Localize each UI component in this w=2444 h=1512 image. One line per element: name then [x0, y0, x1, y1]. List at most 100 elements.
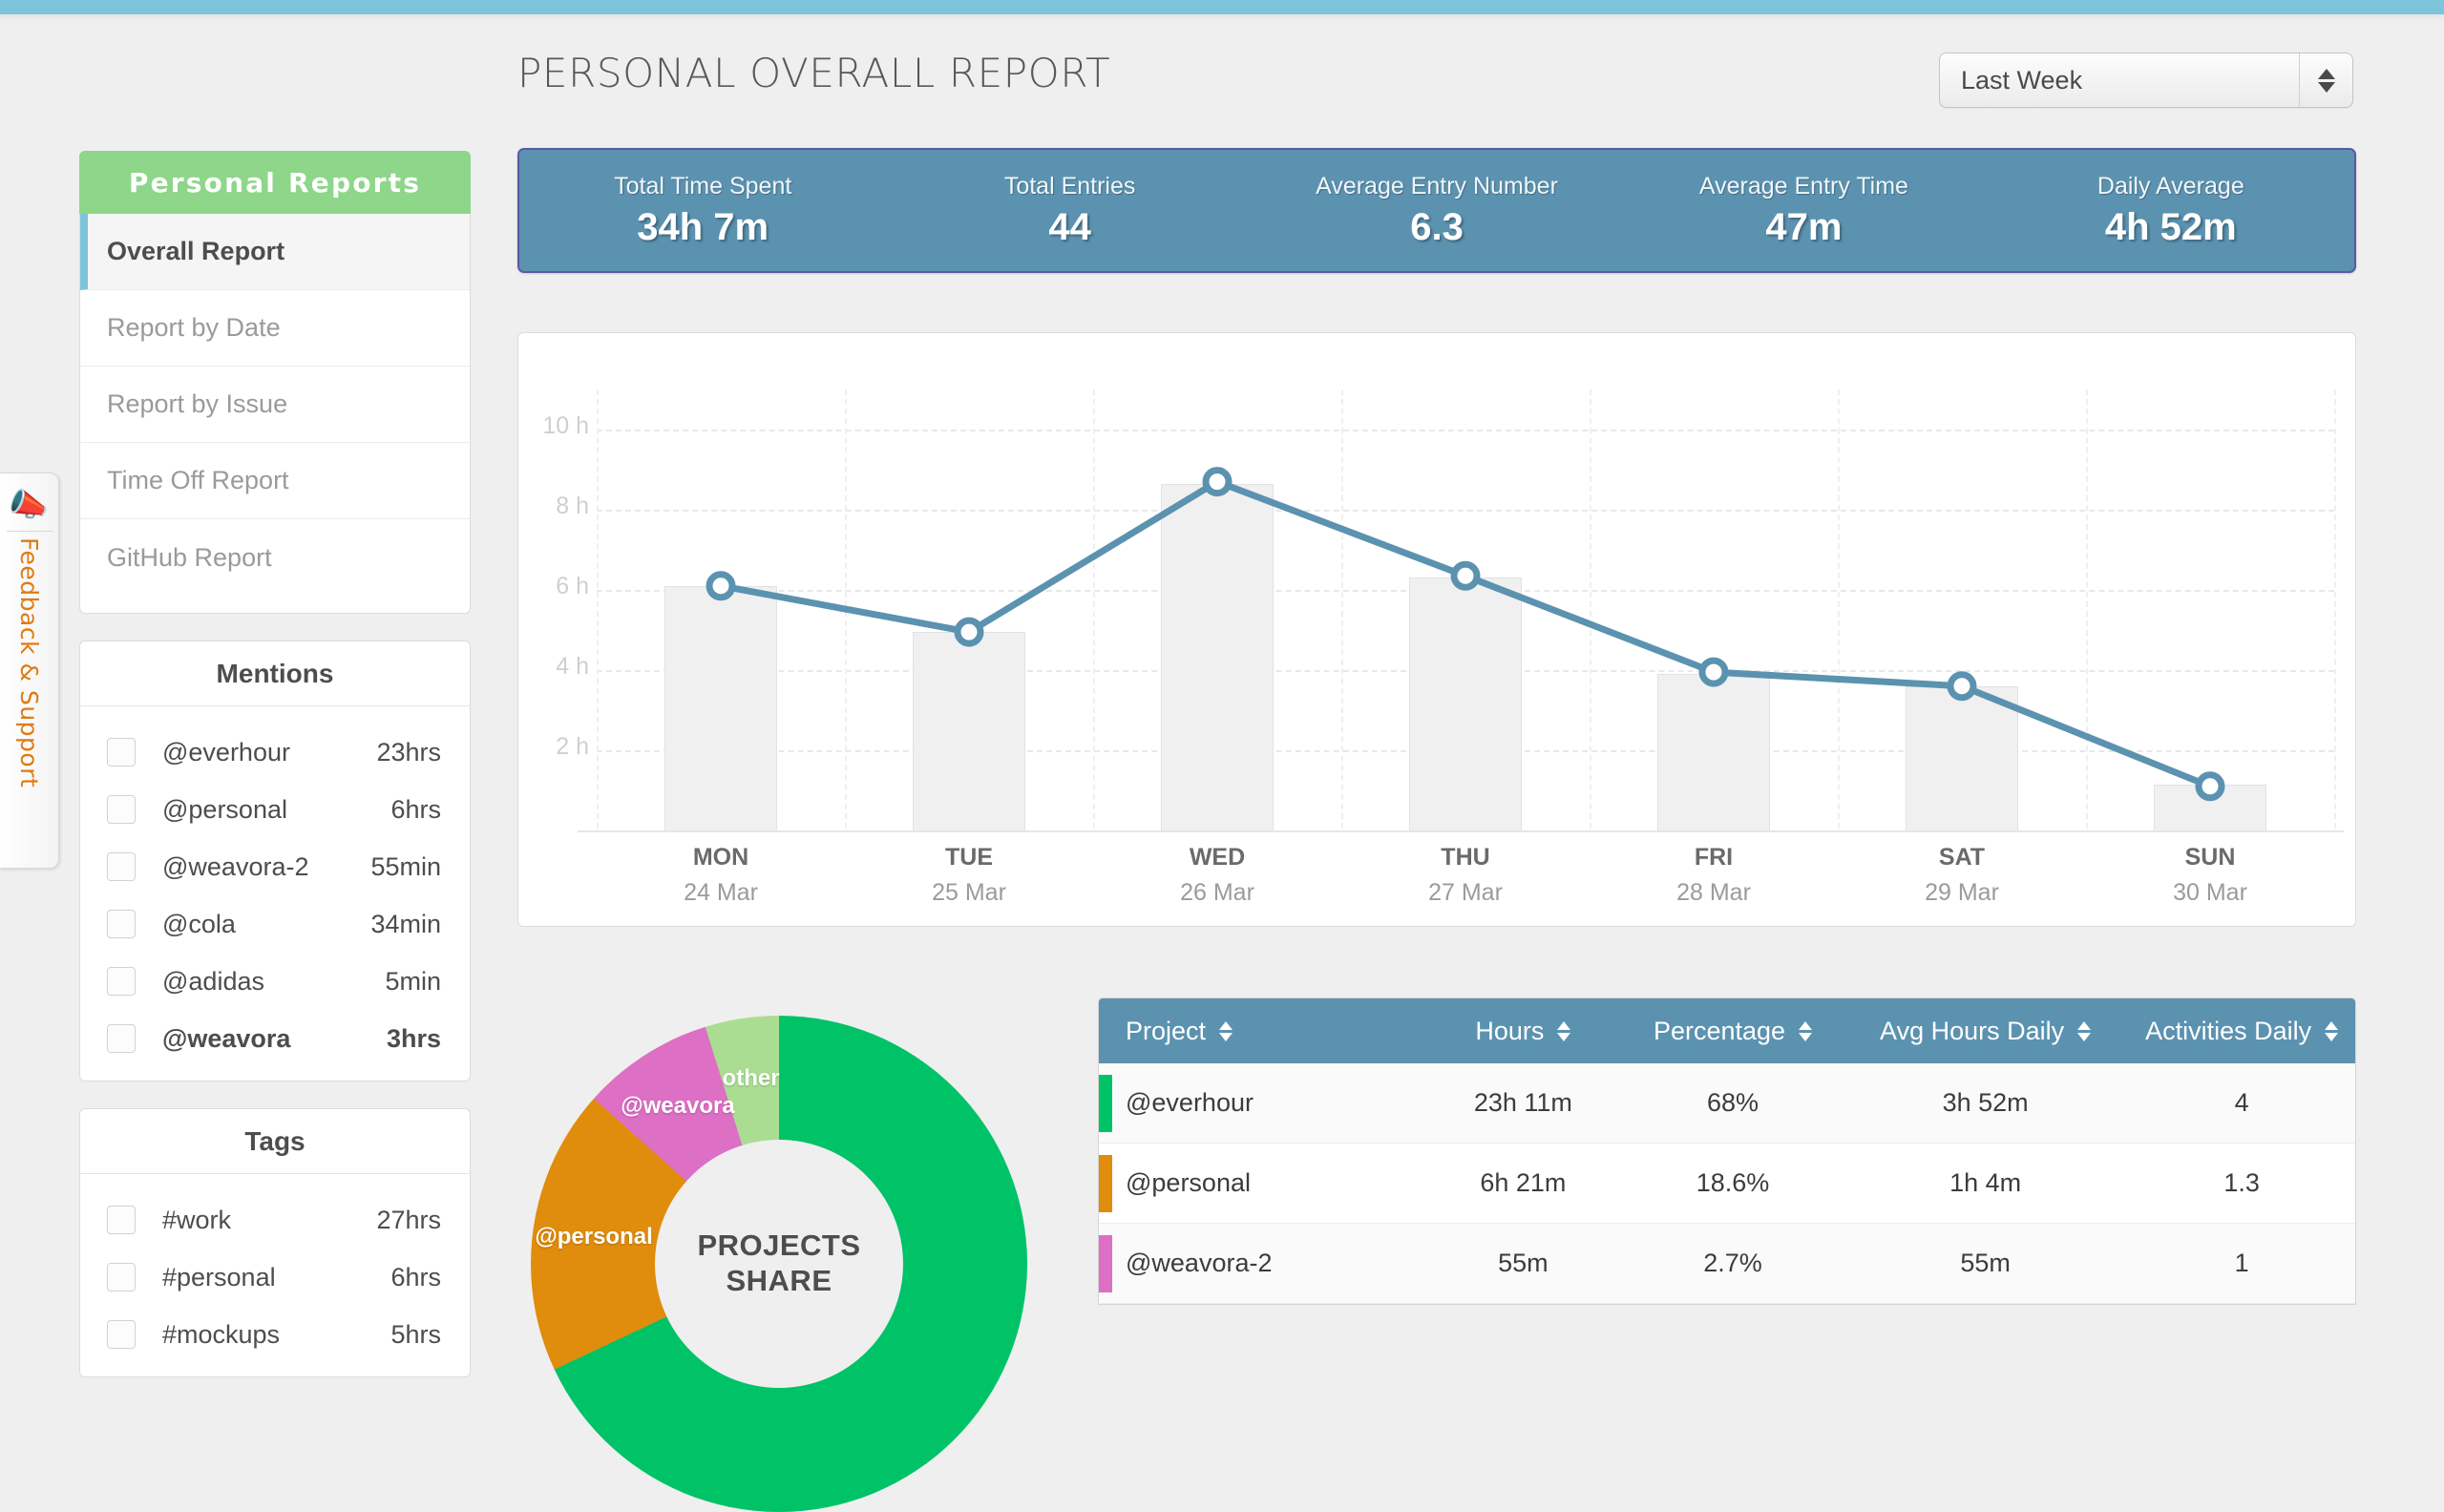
- sort-icon[interactable]: [2077, 1020, 2092, 1041]
- column-header-label: Hours: [1475, 1016, 1545, 1045]
- mention-checkbox[interactable]: [107, 1024, 136, 1053]
- sidebar-item-report-by-date[interactable]: Report by Date: [80, 290, 470, 367]
- column-header-avg-hours-daily[interactable]: Avg Hours Daily: [1843, 1017, 2129, 1046]
- donut-slice-label-weavora: @weavora: [621, 1093, 735, 1120]
- tag-checkbox[interactable]: [107, 1206, 136, 1234]
- summary-stats-bar: Total Time Spent 34h 7m Total Entries 44…: [517, 148, 2356, 273]
- tags-title: Tags: [80, 1109, 470, 1174]
- list-item[interactable]: @cola 34min: [80, 895, 470, 953]
- list-item[interactable]: @weavora 3hrs: [80, 1010, 470, 1067]
- tag-label: #mockups: [162, 1319, 281, 1349]
- gridline-vertical: [1838, 389, 1840, 829]
- project-color-swatch: [1099, 1155, 1112, 1212]
- stat-total-time-spent: Total Time Spent 34h 7m: [519, 150, 886, 271]
- stat-average-entry-time: Average Entry Time 47m: [1620, 150, 1987, 271]
- sidebar: Personal Reports Overall Report Report b…: [79, 151, 471, 1377]
- page-title: PERSONAL OVERALL REPORT: [517, 50, 1111, 96]
- cell-hours: 6h 21m: [1480, 1168, 1567, 1197]
- x-axis-day-label: WED: [1189, 844, 1246, 871]
- cell-percentage: 68%: [1706, 1088, 1759, 1117]
- y-axis-tick-label: 8 h: [556, 493, 589, 519]
- list-item[interactable]: @everhour 23hrs: [80, 724, 470, 781]
- column-header-percentage[interactable]: Percentage: [1623, 1017, 1843, 1046]
- mention-checkbox[interactable]: [107, 795, 136, 824]
- y-axis-tick-label: 6 h: [556, 573, 589, 599]
- column-header-project[interactable]: Project: [1099, 1017, 1423, 1046]
- list-item[interactable]: @adidas 5min: [80, 953, 470, 1010]
- y-axis-tick-label: 4 h: [556, 653, 589, 680]
- donut-center-label: PROJECTS SHARE: [655, 1140, 903, 1388]
- mention-checkbox[interactable]: [107, 852, 136, 881]
- column-header-hours[interactable]: Hours: [1423, 1017, 1624, 1046]
- cell-activities-daily: 4: [2234, 1088, 2249, 1117]
- chart-bar[interactable]: [913, 632, 1025, 830]
- chart-bar[interactable]: [2154, 784, 2266, 830]
- table-row[interactable]: @weavora-2 55m 2.7% 55m 1: [1099, 1224, 2355, 1304]
- gridline-vertical: [597, 389, 599, 829]
- chevron-updown-icon[interactable]: [2299, 53, 2352, 107]
- projects-share-donut[interactable]: PROJECTS SHARE @weavora other @personal: [531, 1016, 1027, 1512]
- table-header-row: Project Hours Percentage Avg Hours Daily…: [1099, 998, 2355, 1063]
- list-item[interactable]: #personal 6hrs: [80, 1249, 470, 1306]
- mention-label: @weavora-2: [162, 851, 309, 881]
- gridline-vertical: [1093, 389, 1095, 829]
- chart-bar[interactable]: [664, 585, 777, 830]
- sidebar-item-report-by-issue[interactable]: Report by Issue: [80, 367, 470, 443]
- divider: [6, 531, 53, 532]
- list-item[interactable]: @weavora-2 55min: [80, 838, 470, 895]
- tag-checkbox[interactable]: [107, 1263, 136, 1292]
- chart-baseline: [578, 830, 2344, 832]
- mentions-title: Mentions: [80, 641, 470, 706]
- column-header-label: Project: [1126, 1016, 1207, 1045]
- x-axis-day-label: SAT: [1938, 844, 1986, 871]
- x-axis-date-label: 25 Mar: [932, 879, 1006, 906]
- sidebar-item-label: Time Off Report: [107, 466, 289, 494]
- sort-icon[interactable]: [1557, 1020, 1571, 1041]
- mention-value: 55min: [370, 851, 441, 881]
- donut-slice-label-other: other: [722, 1065, 780, 1092]
- x-axis-day-label: TUE: [945, 844, 993, 871]
- stat-value: 47m: [1765, 205, 1843, 248]
- sidebar-item-overall-report[interactable]: Overall Report: [80, 214, 470, 290]
- tag-value: 5hrs: [390, 1319, 441, 1349]
- mention-value: 3hrs: [386, 1023, 441, 1053]
- x-axis-date-label: 30 Mar: [2173, 879, 2247, 906]
- chart-bar[interactable]: [1657, 674, 1770, 830]
- top-bar-shadow: [0, 14, 2444, 21]
- mention-checkbox[interactable]: [107, 738, 136, 766]
- x-axis-tick: WED 26 Mar: [1122, 844, 1313, 907]
- sort-icon[interactable]: [1219, 1020, 1233, 1041]
- chart-bar[interactable]: [1161, 483, 1274, 830]
- stat-label: Average Entry Time: [1698, 172, 1908, 200]
- tags-panel: Tags #work 27hrs #personal 6hrs #mockups 5h…: [79, 1108, 471, 1377]
- stat-value: 44: [1048, 205, 1091, 248]
- sort-icon[interactable]: [1799, 1020, 1813, 1041]
- table-row[interactable]: @personal 6h 21m 18.6% 1h 4m 1.3: [1099, 1144, 2355, 1224]
- column-header-activities-daily[interactable]: Activities Daily: [2128, 1017, 2355, 1046]
- tag-checkbox[interactable]: [107, 1320, 136, 1349]
- mention-value: 6hrs: [390, 794, 441, 824]
- feedback-support-tab[interactable]: 📣 Feedback & Support: [0, 472, 59, 869]
- sidebar-item-time-off-report[interactable]: Time Off Report: [80, 443, 470, 519]
- cell-project: @personal: [1126, 1168, 1251, 1197]
- chart-bar[interactable]: [1409, 578, 1522, 830]
- y-axis-tick-label: 2 h: [556, 733, 589, 760]
- list-item[interactable]: @personal 6hrs: [80, 781, 470, 838]
- x-axis-day-label: THU: [1441, 844, 1490, 871]
- chart-bar[interactable]: [1906, 685, 2018, 830]
- table-row[interactable]: @everhour 23h 11m 68% 3h 52m 4: [1099, 1063, 2355, 1144]
- mention-checkbox[interactable]: [107, 967, 136, 996]
- gridline-horizontal: [597, 510, 2334, 512]
- sidebar-item-github-report[interactable]: GitHub Report: [80, 519, 470, 596]
- stat-daily-average: Daily Average 4h 52m: [1988, 150, 2354, 271]
- sort-icon[interactable]: [2325, 1020, 2339, 1041]
- cell-activities-daily: 1: [2234, 1249, 2249, 1277]
- mention-checkbox[interactable]: [107, 910, 136, 938]
- tag-value: 27hrs: [376, 1205, 441, 1234]
- list-item[interactable]: #mockups 5hrs: [80, 1306, 470, 1363]
- list-item[interactable]: #work 27hrs: [80, 1191, 470, 1249]
- x-axis-date-label: 26 Mar: [1180, 879, 1254, 906]
- x-axis-tick: MON 24 Mar: [625, 844, 816, 907]
- stat-value: 6.3: [1410, 205, 1464, 248]
- period-select[interactable]: Last Week: [1939, 52, 2353, 108]
